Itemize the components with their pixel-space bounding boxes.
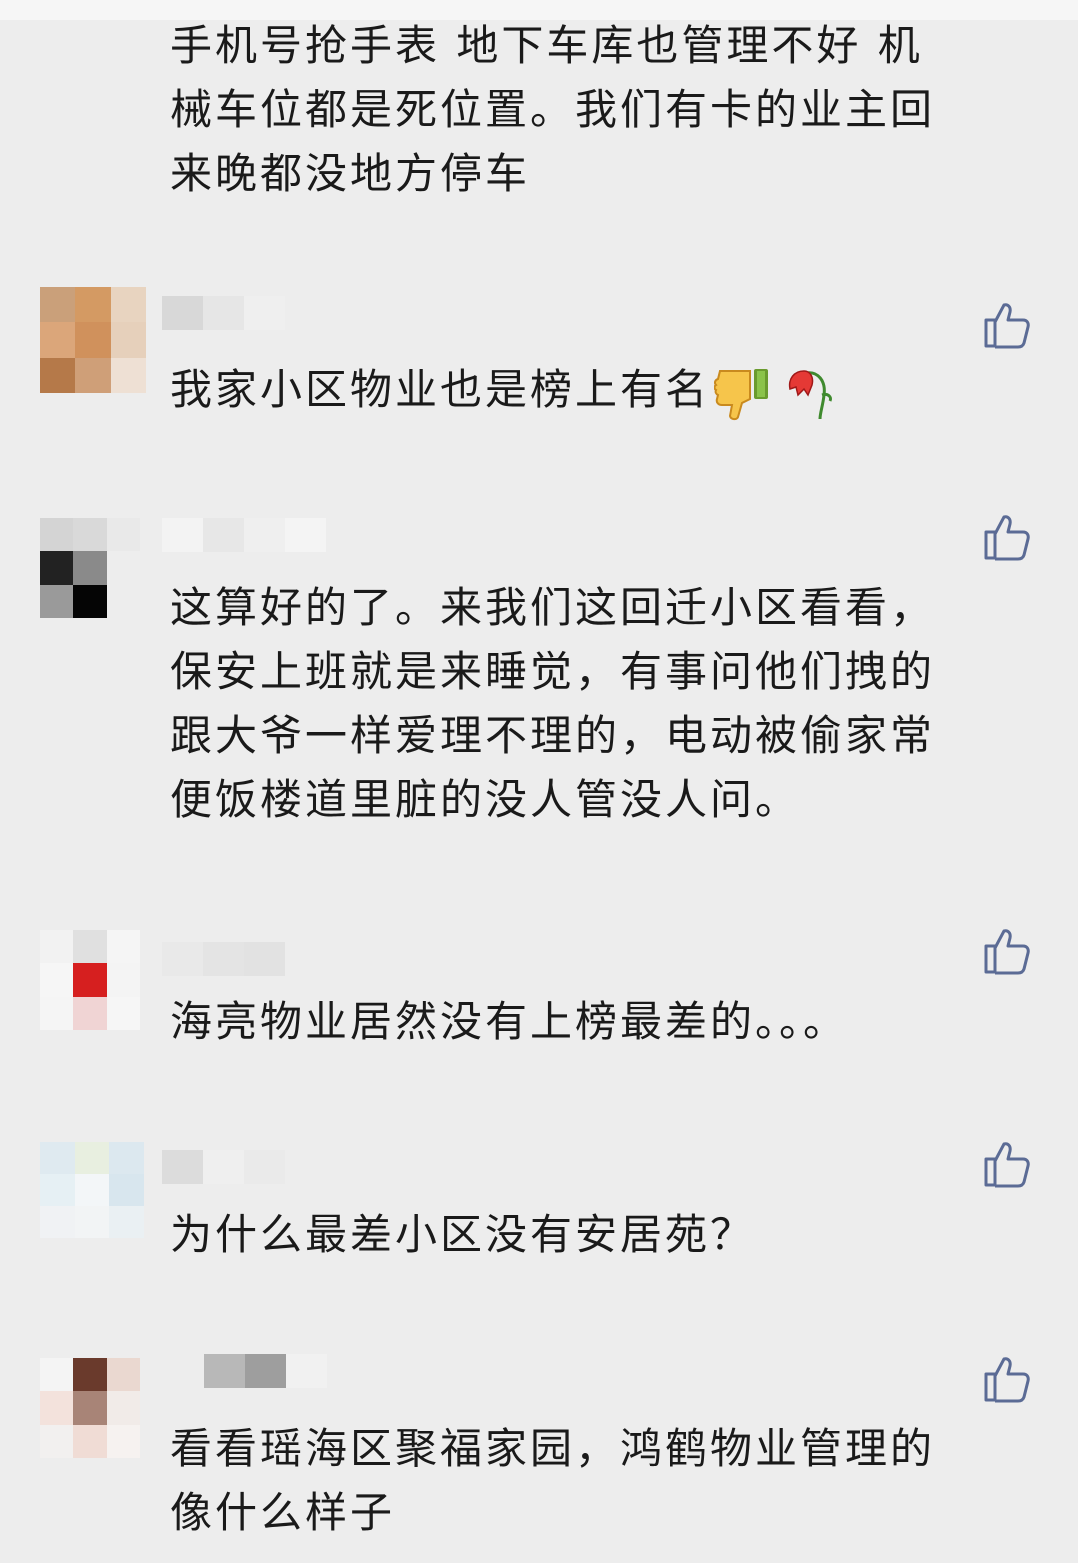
username-blurred[interactable]: [162, 296, 285, 330]
username-blurred[interactable]: [204, 1354, 327, 1388]
avatar[interactable]: [40, 1142, 144, 1238]
like-icon[interactable]: [982, 926, 1032, 976]
like-icon[interactable]: [982, 1139, 1032, 1189]
username-blurred[interactable]: [162, 1150, 285, 1184]
comment-text: 看看瑶海区聚福家园，鸿鹤物业管理的 像什么样子: [170, 1424, 936, 1537]
comment-text: 这算好的了。来我们这回迁小区看看， 保安上班就是来睡觉，有事问他们拽的 跟大爷一…: [170, 583, 936, 824]
comment-text: 我家小区物业也是榜上有名: [170, 358, 1020, 422]
username-blurred[interactable]: [162, 942, 285, 976]
avatar[interactable]: [40, 1358, 140, 1458]
avatar[interactable]: [40, 518, 140, 618]
avatar[interactable]: [40, 930, 140, 1030]
comment-text: 为什么最差小区没有安居苑？: [170, 1210, 756, 1259]
like-icon[interactable]: [982, 1354, 1032, 1404]
like-icon[interactable]: [982, 300, 1032, 350]
avatar[interactable]: [40, 287, 146, 393]
username-blurred[interactable]: [162, 518, 326, 552]
comment-list: 手机号抢手表 地下车库也管理不好 机 械车位都是死位置。我们有卡的业主回 来晚都…: [0, 0, 1078, 1563]
thumbs-down-emoji-icon: [714, 368, 769, 420]
like-icon[interactable]: [982, 512, 1032, 562]
comment-text: 海亮物业居然没有上榜最差的。。。: [170, 997, 849, 1046]
comment-text-content: 我家小区物业也是榜上有名: [170, 365, 711, 414]
wilted-flower-emoji-icon: [788, 369, 832, 419]
comment-text: 手机号抢手表 地下车库也管理不好 机 械车位都是死位置。我们有卡的业主回 来晚都…: [170, 21, 936, 198]
